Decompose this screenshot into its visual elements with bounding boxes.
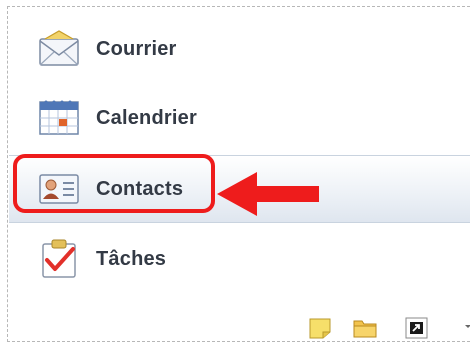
nav-item-label: Calendrier — [96, 106, 197, 129]
nav-item-mail[interactable]: Courrier — [9, 15, 470, 83]
folder-icon[interactable] — [353, 317, 377, 339]
nav-item-tasks[interactable]: Tâches — [9, 225, 470, 293]
nav-item-calendar[interactable]: Calendrier — [9, 84, 470, 152]
highlight-box — [13, 154, 215, 213]
notes-icon[interactable] — [308, 317, 332, 339]
red-arrow-annotation — [217, 172, 319, 216]
task-clipboard-icon — [42, 239, 76, 278]
nav-item-label: Courrier — [96, 37, 177, 60]
calendar-icon — [39, 100, 79, 135]
shortcut-icon[interactable] — [405, 317, 429, 339]
nav-item-label: Tâches — [96, 247, 167, 270]
mail-envelope-icon — [39, 30, 79, 66]
configure-buttons-chevron-icon[interactable] — [463, 319, 470, 333]
